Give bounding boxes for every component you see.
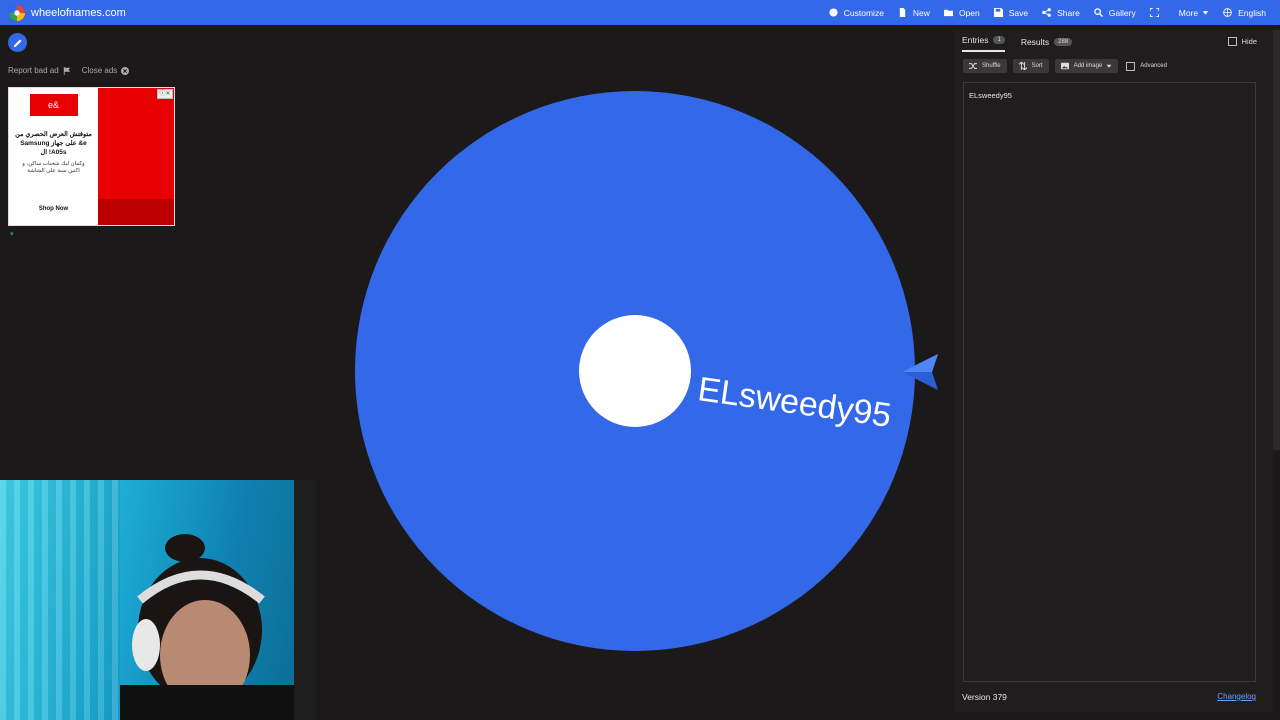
entries-toolbar: Shuffle Sort Add image Advanced [963,59,1167,73]
hide-checkbox[interactable] [1227,37,1237,46]
folder-icon [943,9,953,17]
flag-icon [63,66,70,75]
nav-label: Gallery [1108,7,1136,18]
report-bad-ad-label: Report bad ad [8,66,59,75]
ad-close-icon[interactable]: ⓘ✕ [157,89,173,99]
report-bad-ad-link[interactable]: Report bad ad [8,66,71,75]
webcam-frame [294,480,316,720]
sort-button[interactable]: Sort [1012,59,1049,73]
tab-label: Entries [962,35,989,45]
nav-label: English [1238,7,1266,18]
globe-icon [1223,8,1232,17]
wheel[interactable]: ELsweedy95 [355,91,915,651]
top-bar: wheelofnames.com Customize New Open Save… [0,0,1280,25]
add-image-button[interactable]: Add image [1054,59,1119,73]
wheel-logo-icon [8,4,26,21]
ad-title: متوفتش العرض الحصري من e& على جهاز Samsu… [15,131,92,156]
ad-links: Report bad ad Close ads [8,66,140,75]
entry-line: ELsweedy95 [969,91,1012,100]
ad-content: e& متوفتش العرض الحصري من e& على جهاز Sa… [9,88,98,225]
nav-label: Save [1008,7,1029,18]
ad-marker-icon: ▾ [10,231,14,238]
nav-new[interactable]: New [898,8,930,18]
tab-label: Results [1020,37,1050,47]
hide-label: Hide [1241,37,1257,46]
streamer-figure [120,534,316,720]
nav-label: Customize [843,7,884,18]
file-icon [899,8,906,17]
close-circle-icon [121,66,130,75]
shuffle-button[interactable]: Shuffle [963,59,1007,73]
search-icon [1094,8,1103,17]
sort-icon [1018,62,1027,70]
advanced-toggle[interactable]: Advanced [1126,61,1167,71]
wheel-canvas[interactable]: ELsweedy95 [355,91,915,651]
nav-gallery[interactable]: Gallery [1094,8,1136,18]
hide-toggle[interactable]: Hide [1227,37,1257,46]
changelog-link[interactable]: Changelog [1217,692,1256,701]
nav-language[interactable]: English [1223,8,1266,18]
chevron-down-icon [1202,11,1209,15]
wheel-pointer-icon [902,354,938,390]
ad-image [98,88,174,225]
site-name: wheelofnames.com [31,6,126,19]
fullscreen-icon [1149,8,1159,17]
nav-share[interactable]: Share [1042,8,1080,18]
version-label: Version 379 [962,692,1007,702]
results-count-badge: 288 [1054,38,1073,46]
ad-shop-now-button[interactable]: Shop Now [9,206,98,212]
shuffle-label: Shuffle [982,63,1001,69]
close-ads-label: Close ads [81,66,118,75]
nav-open[interactable]: Open [943,7,980,18]
advanced-label: Advanced [1140,63,1167,69]
pencil-icon [13,39,21,47]
nav-fullscreen[interactable] [1149,8,1165,17]
add-image-label: Add image [1073,63,1103,69]
image-icon [1060,62,1069,70]
panel-tabs: Entries 1 Results 288 [962,35,1088,52]
nav-label: Share [1057,7,1080,18]
close-ads-link[interactable]: Close ads [82,66,130,75]
main-nav: Customize New Open Save Share Gallery Mo… [829,0,1280,25]
ad-logo: e& [29,94,78,116]
entries-textarea[interactable]: ELsweedy95 [963,82,1256,682]
share-icon [1042,8,1051,17]
entries-count-badge: 1 [993,36,1005,44]
tab-results[interactable]: Results 288 [1020,37,1073,52]
webcam-overlay [0,480,316,720]
chevron-down-icon [1106,64,1112,68]
tab-entries[interactable]: Entries 1 [962,35,1005,52]
sort-label: Sort [1031,63,1043,69]
entries-panel: Entries 1 Results 288 Hide Shuffle Sort … [955,30,1273,712]
ad-subtitle: وكمان ليك شحنات ساكن، و اكتين سنة على ال… [22,161,85,174]
brand[interactable]: wheelofnames.com [8,4,126,22]
nav-label: More [1178,7,1199,18]
nav-label: New [912,7,930,18]
shuffle-icon [969,63,977,69]
nav-more[interactable]: More [1179,8,1209,18]
save-icon [993,8,1003,17]
nav-save[interactable]: Save [993,7,1029,18]
palette-icon [829,8,838,17]
advanced-checkbox[interactable] [1126,61,1136,71]
advertisement[interactable]: e& متوفتش العرض الحصري من e& على جهاز Sa… [8,87,175,226]
nav-label: Open [958,7,980,18]
edit-button[interactable] [8,33,27,52]
page-scrollbar[interactable] [1273,30,1280,450]
nav-customize[interactable]: Customize [829,8,884,18]
wheel-center[interactable] [579,315,691,427]
